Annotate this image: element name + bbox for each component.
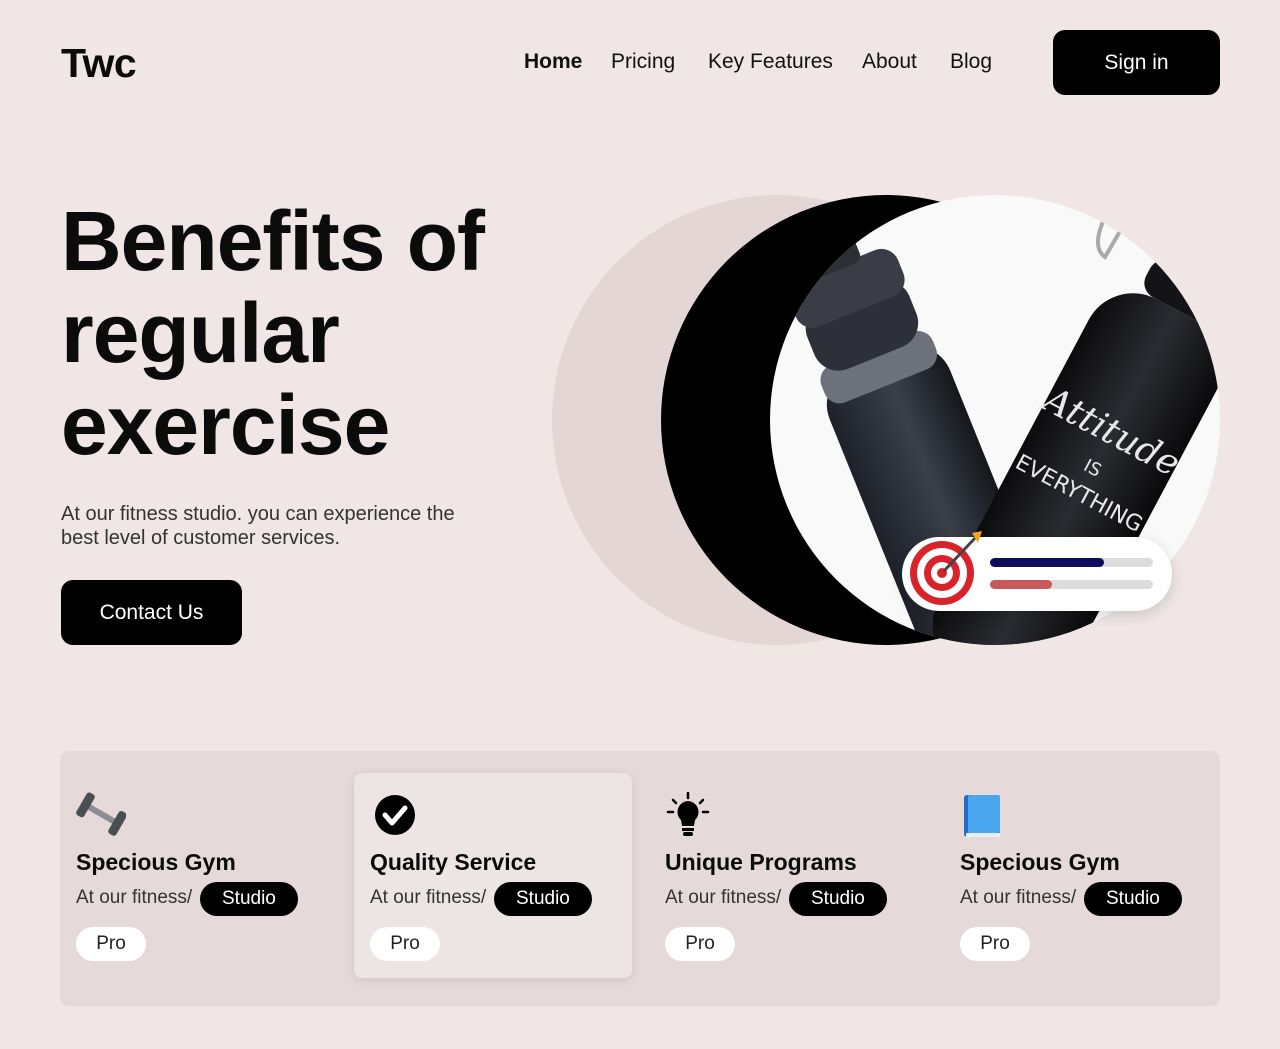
nav-home-link[interactable]: Home	[524, 50, 582, 74]
studio-tag-button[interactable]: Studio	[200, 882, 298, 916]
nav-key-features-link[interactable]: Key Features	[708, 50, 833, 74]
feature-desc: At our fitness/	[76, 887, 193, 908]
studio-tag-button[interactable]: Studio	[494, 882, 592, 916]
feature-card[interactable]: Unique Programs At our fitness/ Studio P…	[649, 773, 927, 978]
progress-card	[902, 531, 1172, 611]
hero-title-line-2: regular	[61, 286, 340, 380]
progress-bar-secondary	[990, 580, 1153, 589]
studio-tag-button[interactable]: Studio	[789, 882, 887, 916]
dumbbell-icon	[76, 792, 126, 836]
hero-title: Benefits of regular exercise	[61, 195, 581, 471]
feature-desc: At our fitness/	[370, 887, 487, 908]
features-panel: Specious Gym At our fitness/ Studio Pro …	[60, 751, 1220, 1006]
feature-card[interactable]: Specious Gym At our fitness/ Studio Pro	[60, 773, 338, 978]
pro-tag-button[interactable]: Pro	[960, 927, 1030, 961]
pro-tag-button[interactable]: Pro	[665, 927, 735, 961]
feature-title: Unique Programs	[665, 849, 857, 875]
feature-card[interactable]: Specious Gym At our fitness/ Studio Pro	[944, 773, 1222, 978]
progress-bar-primary	[990, 558, 1153, 567]
progress-fill-secondary	[990, 580, 1052, 589]
studio-tag-button[interactable]: Studio	[1084, 882, 1182, 916]
hero-title-line-1: Benefits of	[61, 194, 485, 288]
nav-blog-link[interactable]: Blog	[950, 50, 992, 74]
nav-pricing-link[interactable]: Pricing	[611, 50, 675, 74]
hero-illustration: Attitude IS EVERYTHING	[540, 180, 1240, 660]
lightbulb-icon	[666, 791, 710, 836]
logo[interactable]: Twc	[61, 40, 137, 87]
progress-fill-primary	[990, 558, 1105, 567]
pro-tag-button[interactable]: Pro	[76, 927, 146, 961]
contact-us-button[interactable]: Contact Us	[61, 580, 242, 645]
feature-desc: At our fitness/	[960, 887, 1077, 908]
feature-title: Specious Gym	[76, 849, 236, 875]
book-icon	[964, 795, 1000, 837]
target-icon	[910, 531, 982, 605]
nav-about-link[interactable]: About	[862, 50, 917, 74]
feature-title: Specious Gym	[960, 849, 1120, 875]
feature-title: Quality Service	[370, 849, 537, 875]
hero-title-line-3: exercise	[61, 378, 390, 472]
check-circle-icon	[375, 795, 415, 835]
sign-in-button[interactable]: Sign in	[1053, 30, 1220, 95]
pro-tag-button[interactable]: Pro	[370, 927, 440, 961]
feature-card[interactable]: Quality Service At our fitness/ Studio P…	[354, 773, 632, 978]
hero-subtitle: At our fitness studio. you can experienc…	[61, 503, 455, 549]
feature-desc: At our fitness/	[665, 887, 782, 908]
